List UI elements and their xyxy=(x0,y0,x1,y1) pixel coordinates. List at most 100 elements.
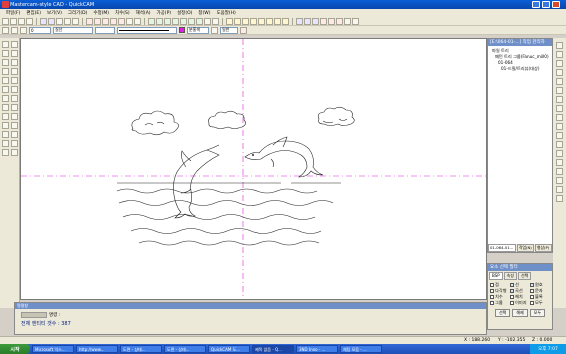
line-style-preview[interactable] xyxy=(117,26,177,34)
tab-select[interactable]: 선택 xyxy=(518,272,532,280)
redo-icon[interactable] xyxy=(48,17,55,25)
checkbox[interactable] xyxy=(510,283,514,287)
checkbox[interactable] xyxy=(510,289,514,293)
checkbox[interactable] xyxy=(530,289,534,293)
text-tool-icon[interactable] xyxy=(196,17,203,25)
undo-icon[interactable] xyxy=(40,17,47,25)
extend-icon[interactable] xyxy=(234,17,241,25)
color-combo[interactable]: 분홍색 xyxy=(187,26,209,34)
linetype-combo[interactable]: 실선 xyxy=(53,26,93,34)
open-file-icon[interactable] xyxy=(10,17,17,25)
select-mode-icon[interactable] xyxy=(240,26,247,34)
menu-machining[interactable]: 가공(P) xyxy=(157,10,172,16)
array-icon[interactable] xyxy=(282,17,289,25)
checkbox[interactable] xyxy=(490,283,494,287)
cut-icon[interactable] xyxy=(56,17,63,25)
mirror-icon[interactable] xyxy=(250,17,257,25)
checkbox[interactable] xyxy=(490,301,494,305)
taskbar-item[interactable]: 채팅 모음 - ... xyxy=(340,345,382,353)
checkbox[interactable] xyxy=(530,301,534,305)
layer-combo[interactable]: 0 xyxy=(29,26,51,34)
dimension-radius-icon[interactable] xyxy=(304,17,311,25)
light-bulb-icon[interactable] xyxy=(11,26,18,34)
taskbar-item[interactable]: 도면 - 상태... xyxy=(120,345,162,353)
paste-icon[interactable] xyxy=(72,17,79,25)
offset-icon[interactable] xyxy=(2,149,9,156)
point-tool-icon[interactable] xyxy=(204,17,211,25)
filter-select-button[interactable]: 선택 xyxy=(494,309,511,317)
close-button[interactable] xyxy=(552,1,560,8)
post-process-icon[interactable] xyxy=(352,17,359,25)
menu-modify[interactable]: 수정(M) xyxy=(93,10,109,16)
arc-icon[interactable] xyxy=(11,50,18,57)
menu-analyze[interactable]: 해석(A) xyxy=(136,10,151,16)
checkbox[interactable] xyxy=(530,283,534,287)
tab-attribute[interactable]: 속성 xyxy=(503,272,517,280)
polygon-icon[interactable] xyxy=(11,68,18,75)
view-top-icon[interactable] xyxy=(556,42,563,49)
line-icon[interactable] xyxy=(11,41,18,48)
array-icon[interactable] xyxy=(11,149,18,156)
menu-view[interactable]: 보기(V) xyxy=(47,10,62,16)
line-tool-icon[interactable] xyxy=(148,17,155,25)
zoom-in-icon[interactable] xyxy=(86,17,93,25)
color-swatch[interactable] xyxy=(179,27,185,33)
move-icon[interactable] xyxy=(2,131,9,138)
tab-tree-file[interactable]: 01-064-01... xyxy=(488,244,516,252)
checkbox[interactable] xyxy=(490,289,494,293)
menu-draw[interactable]: 그리기(D) xyxy=(68,10,87,16)
taskbar-item[interactable]: QuickCAM 도... xyxy=(208,345,250,353)
print-icon[interactable] xyxy=(26,17,33,25)
polygon-tool-icon[interactable] xyxy=(180,17,187,25)
layer-manager-icon[interactable] xyxy=(2,26,9,34)
minimize-button[interactable] xyxy=(532,1,540,8)
erase-icon[interactable] xyxy=(2,122,9,129)
checkbox[interactable] xyxy=(510,301,514,305)
dimension-linear-icon[interactable] xyxy=(296,17,303,25)
scale-icon[interactable] xyxy=(266,17,273,25)
taskbar-item-active[interactable]: 제목 없음 - Q... xyxy=(252,345,294,353)
shade-icon[interactable] xyxy=(556,78,563,85)
new-file-icon[interactable] xyxy=(2,17,9,25)
taskbar-item[interactable]: http://www... xyxy=(76,345,118,353)
tab-tree-shape[interactable]: 형상(P) xyxy=(535,244,552,252)
rectangle-icon[interactable] xyxy=(2,68,9,75)
filter-option[interactable]: 그룹 xyxy=(490,300,510,306)
maximize-button[interactable] xyxy=(542,1,550,8)
offset-icon[interactable] xyxy=(242,17,249,25)
toolpath-pocket-icon[interactable] xyxy=(328,17,335,25)
toolpath-contour-icon[interactable] xyxy=(320,17,327,25)
lock-icon[interactable] xyxy=(20,26,27,34)
checkbox[interactable] xyxy=(490,295,494,299)
tab-tree-work[interactable]: 작업(N) xyxy=(517,244,534,252)
rotate-icon[interactable] xyxy=(11,131,18,138)
redraw-icon[interactable] xyxy=(126,17,133,25)
break-icon[interactable] xyxy=(11,104,18,111)
save-icon[interactable] xyxy=(18,17,25,25)
toolpath-drill-icon[interactable] xyxy=(336,17,343,25)
scale-icon[interactable] xyxy=(11,140,18,147)
mirror-icon[interactable] xyxy=(2,140,9,147)
trim-icon[interactable] xyxy=(226,17,233,25)
start-button[interactable]: 시작 xyxy=(0,344,30,354)
snap-midpoint-icon[interactable] xyxy=(556,123,563,130)
layer-state-combo[interactable]: 일반 xyxy=(220,26,238,34)
grid-icon[interactable] xyxy=(556,96,563,103)
snap-center-icon[interactable] xyxy=(556,132,563,139)
rotate-icon[interactable] xyxy=(258,17,265,25)
filter-option[interactable]: 이미지 xyxy=(510,300,530,306)
snap-perpendicular-icon[interactable] xyxy=(556,159,563,166)
zoom-window-icon[interactable] xyxy=(102,17,109,25)
polyline-icon[interactable] xyxy=(2,50,9,57)
snap-icon[interactable] xyxy=(211,26,218,34)
snap-nearest-icon[interactable] xyxy=(556,168,563,175)
lineweight-combo[interactable] xyxy=(95,26,115,34)
select-arrow-icon[interactable] xyxy=(2,41,9,48)
tree-item[interactable]: 01-드릴/트리뷰(대상) xyxy=(492,66,550,72)
snap-tangent-icon[interactable] xyxy=(556,150,563,157)
view-front-icon[interactable] xyxy=(556,51,563,58)
menu-dimension[interactable]: 치수(S) xyxy=(115,10,130,16)
zoom-out-icon[interactable] xyxy=(94,17,101,25)
view-side-icon[interactable] xyxy=(556,60,563,67)
menu-window[interactable]: 창(W) xyxy=(198,10,210,16)
